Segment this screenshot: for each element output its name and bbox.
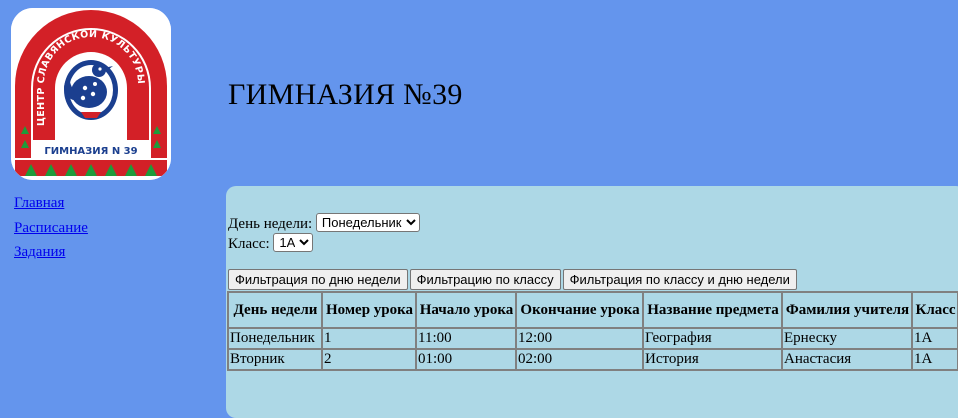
column-header-lesson-number: Номер урока	[322, 292, 416, 328]
filter-buttons: Фильтрация по дню недели Фильтрацию по к…	[228, 269, 799, 290]
cell-class: 1А	[912, 328, 958, 349]
cell-start: 01:00	[416, 349, 516, 370]
cell-lesson-number: 2	[322, 349, 416, 370]
cell-teacher: Анастасия	[782, 349, 912, 370]
nav-link-tasks[interactable]: Задания	[14, 240, 88, 265]
cell-day: Понедельник	[228, 328, 322, 349]
cell-subject: История	[643, 349, 782, 370]
day-select[interactable]: Понедельник	[315, 213, 420, 232]
column-header-end: Окончание урока	[516, 292, 643, 328]
cell-day: Вторник	[228, 349, 322, 370]
main-nav: Главная Расписание Задания	[14, 191, 88, 265]
school-logo: ЦЕНТР СЛАВЯНСКОЙ КУЛЬТУРЫ ГИМНАЗИЯ N 39	[11, 8, 171, 180]
filter-form: День недели: Понедельник Класс: 1А	[228, 213, 420, 253]
cell-subject: География	[643, 328, 782, 349]
table-row: Понедельник 1 11:00 12:00 География Ерне…	[228, 328, 958, 349]
bird-emblem	[64, 60, 118, 120]
table-row: Вторник 2 01:00 02:00 История Анастасия …	[228, 349, 958, 370]
nav-link-home[interactable]: Главная	[14, 191, 88, 216]
filter-by-class-and-day-button[interactable]: Фильтрация по классу и дню недели	[562, 269, 797, 290]
cell-lesson-number: 1	[322, 328, 416, 349]
class-select[interactable]: 1А	[273, 233, 314, 252]
filter-by-class-button[interactable]: Фильтрацию по классу	[409, 269, 561, 290]
day-filter-label: День недели:	[228, 216, 313, 232]
school-logo-emblem: ЦЕНТР СЛАВЯНСКОЙ КУЛЬТУРЫ ГИМНАЗИЯ N 39	[11, 8, 171, 180]
svg-text:ГИМНАЗИЯ N 39: ГИМНАЗИЯ N 39	[44, 146, 137, 157]
schedule-table: День недели Номер урока Начало урока Око…	[227, 291, 958, 371]
table-header-row: День недели Номер урока Начало урока Око…	[228, 292, 958, 328]
column-header-teacher: Фамилия учителя	[782, 292, 912, 328]
cell-start: 11:00	[416, 328, 516, 349]
cell-end: 12:00	[516, 328, 643, 349]
class-filter-label: Класс:	[228, 236, 270, 252]
nav-link-schedule[interactable]: Расписание	[14, 216, 88, 241]
column-header-class: Класс	[912, 292, 958, 328]
cell-class: 1А	[912, 349, 958, 370]
cell-end: 02:00	[516, 349, 643, 370]
column-header-day: День недели	[228, 292, 322, 328]
cell-teacher: Ернеску	[782, 328, 912, 349]
page-title: ГИМНАЗИЯ №39	[228, 78, 463, 111]
column-header-subject: Название предмета	[643, 292, 782, 328]
filter-by-day-button[interactable]: Фильтрация по дню недели	[228, 269, 408, 290]
column-header-start: Начало урока	[416, 292, 516, 328]
schedule-panel: День недели: Понедельник Класс: 1А Фильт…	[226, 186, 958, 418]
